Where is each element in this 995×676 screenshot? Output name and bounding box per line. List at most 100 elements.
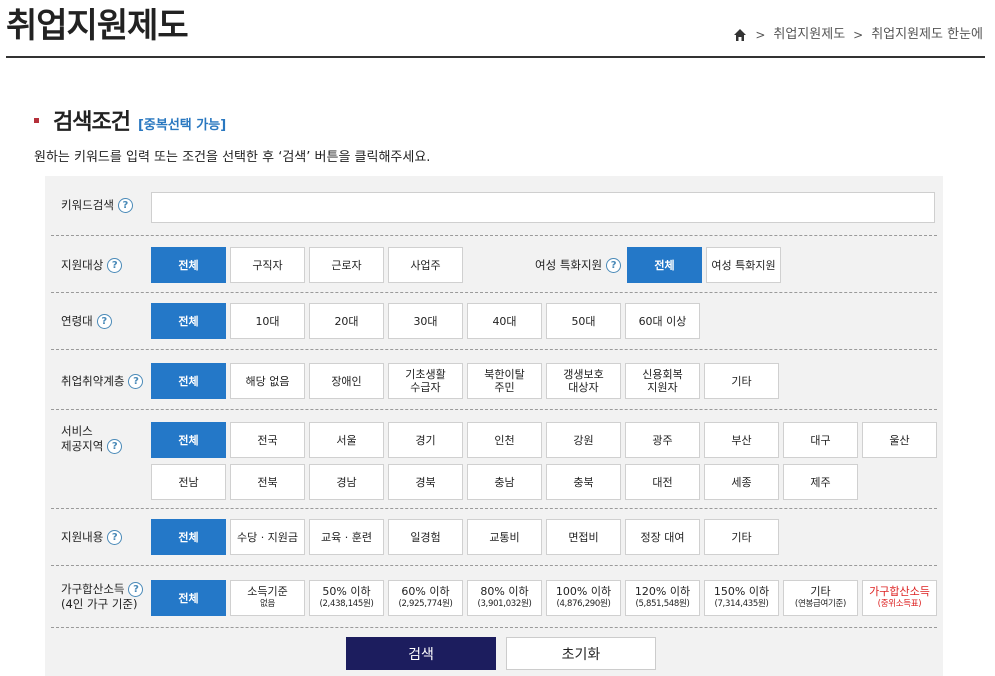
vulnerable-option[interactable]: 북한이탈 주민 — [467, 363, 542, 399]
income-label: 가구합산소득 ? (4인 가구 기준) — [61, 582, 144, 612]
region-option[interactable]: 전체 — [151, 422, 226, 458]
income-option-sub: (2,438,145원) — [319, 599, 374, 609]
vulnerable-option[interactable]: 전체 — [151, 363, 226, 399]
reset-button[interactable]: 초기화 — [506, 637, 656, 670]
content-option[interactable]: 수당 · 지원금 — [230, 519, 305, 555]
income-sublabel: (4인 가구 기준) — [61, 597, 138, 611]
vulnerable-option[interactable]: 신용회복 지원자 — [625, 363, 700, 399]
women-label: 여성 특화지원 ? — [535, 258, 622, 273]
income-option-main: 소득기준 — [247, 585, 288, 598]
region-option[interactable]: 부산 — [704, 422, 779, 458]
vulnerable-label: 취업취약계층 ? — [61, 374, 144, 389]
search-button[interactable]: 검색 — [346, 637, 496, 670]
vulnerable-option[interactable]: 기초생활 수급자 — [388, 363, 463, 399]
income-option[interactable]: 50% 이하 (2,438,145원) — [309, 580, 384, 616]
row-divider — [51, 349, 937, 350]
content-option[interactable]: 전체 — [151, 519, 226, 555]
page-title: 취업지원제도 — [6, 6, 189, 46]
income-label-main: 가구합산소득 ? — [61, 582, 144, 597]
content-option[interactable]: 정장 대여 — [625, 519, 700, 555]
content-option[interactable]: 기타 — [704, 519, 779, 555]
content-label-text: 지원내용 — [61, 530, 104, 544]
content-option[interactable]: 일경험 — [388, 519, 463, 555]
guide-text: 원하는 키워드를 입력 또는 조건을 선택한 후 ‘검색’ 버튼을 클릭해주세요… — [34, 150, 431, 165]
age-option[interactable]: 10대 — [230, 303, 305, 339]
target-option[interactable]: 근로자 — [309, 247, 384, 283]
breadcrumb-separator: > — [755, 28, 766, 42]
income-label-text: 가구합산소득 — [61, 582, 125, 596]
income-option[interactable]: 100% 이하 (4,876,290원) — [546, 580, 621, 616]
region-label: 서비스 제공지역 ? — [61, 424, 123, 454]
age-option[interactable]: 전체 — [151, 303, 226, 339]
region-option[interactable]: 경남 — [309, 464, 384, 500]
income-option-sub: (7,314,435원) — [714, 599, 769, 609]
help-icon[interactable]: ? — [128, 582, 144, 597]
age-label: 연령대 ? — [61, 314, 112, 329]
age-option[interactable]: 50대 — [546, 303, 621, 339]
breadcrumb-item[interactable]: 취업지원제도 — [773, 26, 845, 44]
region-option[interactable]: 세종 — [704, 464, 779, 500]
income-option[interactable]: 150% 이하 (7,314,435원) — [704, 580, 779, 616]
region-option[interactable]: 경북 — [388, 464, 463, 500]
region-option[interactable]: 경기 — [388, 422, 463, 458]
home-icon[interactable] — [733, 28, 747, 42]
women-option[interactable]: 전체 — [627, 247, 702, 283]
target-option[interactable]: 전체 — [151, 247, 226, 283]
help-icon[interactable]: ? — [606, 258, 622, 273]
women-option[interactable]: 여성 특화지원 — [706, 247, 781, 283]
region-option[interactable]: 대구 — [783, 422, 858, 458]
vulnerable-option[interactable]: 해당 없음 — [230, 363, 305, 399]
region-option[interactable]: 대전 — [625, 464, 700, 500]
target-option[interactable]: 사업주 — [388, 247, 463, 283]
region-option[interactable]: 충남 — [467, 464, 542, 500]
income-option[interactable]: 소득기준 없음 — [230, 580, 305, 616]
bullet-icon — [34, 118, 39, 123]
income-option-main: 60% 이하 — [401, 585, 450, 598]
help-icon[interactable]: ? — [107, 439, 123, 454]
region-option[interactable]: 강원 — [546, 422, 621, 458]
income-option[interactable]: 가구합산소득 (중위소득표) — [862, 580, 937, 616]
help-icon[interactable]: ? — [117, 198, 133, 213]
help-icon[interactable]: ? — [128, 374, 144, 389]
region-option[interactable]: 서울 — [309, 422, 384, 458]
income-option-sub: (3,901,032원) — [477, 599, 532, 609]
vulnerable-option[interactable]: 갱생보호 대상자 — [546, 363, 621, 399]
keyword-label: 키워드검색 ? — [61, 198, 133, 213]
region-option[interactable]: 광주 — [625, 422, 700, 458]
income-option[interactable]: 전체 — [151, 580, 226, 616]
content-option[interactable]: 교육 · 훈련 — [309, 519, 384, 555]
region-option[interactable]: 전국 — [230, 422, 305, 458]
age-option[interactable]: 20대 — [309, 303, 384, 339]
keyword-label-text: 키워드검색 — [61, 198, 114, 212]
content-option[interactable]: 교통비 — [467, 519, 542, 555]
keyword-input[interactable] — [151, 192, 935, 223]
income-option[interactable]: 80% 이하 (3,901,032원) — [467, 580, 542, 616]
vulnerable-label-text: 취업취약계층 — [61, 374, 125, 388]
income-option[interactable]: 기타 (연봉급여기준) — [783, 580, 858, 616]
region-option[interactable]: 전남 — [151, 464, 226, 500]
target-option[interactable]: 구직자 — [230, 247, 305, 283]
region-option[interactable]: 인천 — [467, 422, 542, 458]
vulnerable-option[interactable]: 장애인 — [309, 363, 384, 399]
breadcrumb: > 취업지원제도 > 취업지원제도 한눈에 — [733, 26, 983, 44]
region-option[interactable]: 울산 — [862, 422, 937, 458]
content-label: 지원내용 ? — [61, 530, 123, 545]
help-icon[interactable]: ? — [107, 258, 123, 273]
income-option-main: 120% 이하 — [634, 585, 691, 598]
region-option[interactable]: 전북 — [230, 464, 305, 500]
breadcrumb-separator: > — [853, 28, 864, 42]
help-icon[interactable]: ? — [107, 530, 123, 545]
income-option[interactable]: 60% 이하 (2,925,774원) — [388, 580, 463, 616]
region-option[interactable]: 충북 — [546, 464, 621, 500]
income-option-sub: (4,876,290원) — [556, 599, 611, 609]
breadcrumb-item-current: 취업지원제도 한눈에 — [871, 27, 983, 42]
age-option[interactable]: 30대 — [388, 303, 463, 339]
content-option[interactable]: 면접비 — [546, 519, 621, 555]
help-icon[interactable]: ? — [96, 314, 112, 329]
row-divider — [51, 627, 937, 628]
region-option[interactable]: 제주 — [783, 464, 858, 500]
vulnerable-option[interactable]: 기타 — [704, 363, 779, 399]
income-option[interactable]: 120% 이하 (5,851,548원) — [625, 580, 700, 616]
age-option[interactable]: 40대 — [467, 303, 542, 339]
age-option[interactable]: 60대 이상 — [625, 303, 700, 339]
